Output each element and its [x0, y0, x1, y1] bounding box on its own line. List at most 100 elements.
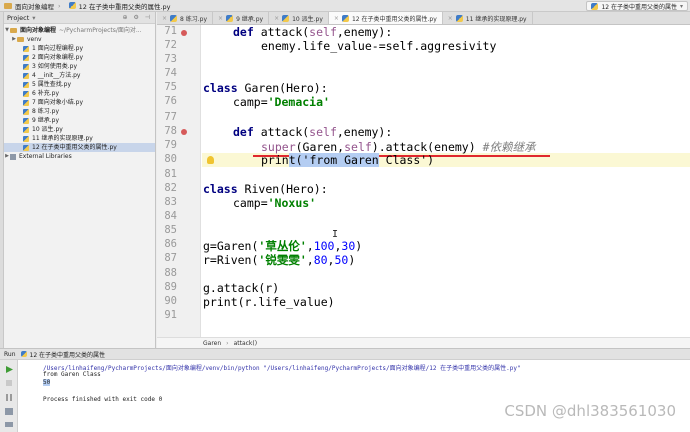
project-panel-header[interactable]: Project ▾ ⊕ ⚙ ⊣ [4, 12, 155, 24]
line-number: 88 [164, 267, 177, 279]
project-panel: Project ▾ ⊕ ⚙ ⊣ ▼ 面向对象编程 ~/PycharmProjec… [4, 12, 156, 348]
console-output-line: 50 [43, 379, 51, 386]
close-icon[interactable]: × [448, 15, 453, 22]
breadcrumb-class[interactable]: Garen [203, 340, 221, 347]
lightbulb-icon[interactable] [207, 156, 214, 164]
stop-icon[interactable] [5, 380, 13, 387]
tree-file[interactable]: 6 补充.py [4, 89, 155, 98]
run-config-name[interactable]: 12 在子类中重用父类的属性 [30, 350, 106, 359]
python-file-icon [591, 2, 599, 10]
code-text: camp= [233, 95, 268, 109]
console-command: /Users/linhaifeng/PycharmProjects/面向对象编程… [43, 365, 521, 372]
tree-file-label: 11 继承的实现原理.py [32, 135, 93, 142]
tree-file[interactable]: 3 如何使用类.py [4, 62, 155, 71]
code-text: attack( [253, 125, 310, 139]
tree-file[interactable]: 7 面向对象小结.py [4, 98, 155, 107]
python-file-icon [20, 351, 27, 357]
tree-folder-venv[interactable]: ▶ venv [4, 35, 155, 44]
rerun-icon[interactable] [5, 366, 13, 373]
override-marker-icon[interactable] [181, 129, 187, 135]
number-literal: 50 [334, 253, 349, 267]
pause-icon[interactable] [5, 394, 13, 401]
python-file-icon [282, 14, 290, 22]
line-number: 81 [164, 168, 177, 180]
code-line: def attack(self,enemy): [233, 25, 392, 39]
editor-tab-bar: × 8 练习.py × 9 继承.py × 10 派生.py × 12 在子类中重用父类… [157, 12, 690, 25]
line-number: 91 [164, 309, 177, 321]
code-line: class Garen(Hero): [203, 81, 328, 95]
run-config-label: 12 在子类中重用父类的属性 [601, 3, 677, 11]
python-file-icon [23, 108, 29, 115]
tree-file[interactable]: 4 __init__方法.py [4, 71, 155, 80]
python-file-icon [23, 90, 29, 97]
code-text: Class') [378, 153, 435, 167]
close-icon[interactable]: × [218, 15, 223, 22]
code-text: ,enemy): [336, 25, 393, 39]
python-file-icon [23, 72, 29, 79]
line-number: 86 [164, 238, 177, 250]
tree-external-label: External Libraries [19, 153, 72, 160]
tree-file-label: 1 面向过程编程.py [32, 45, 83, 52]
tree-file[interactable]: 10 派生.py [4, 125, 155, 134]
python-file-icon [23, 117, 29, 124]
python-file-icon [68, 2, 76, 9]
python-file-icon [170, 14, 178, 22]
tree-file-selected[interactable]: 12 在子类中重用父类的属性.py [4, 143, 155, 152]
tree-file-label: 5 属性查找.py [32, 81, 71, 88]
print-icon[interactable] [5, 422, 13, 429]
tab-9[interactable]: × 9 继承.py [213, 12, 270, 24]
code-text: ) [348, 253, 356, 267]
tree-external-libraries[interactable]: ▶ External Libraries [4, 152, 155, 161]
tree-file-label: 6 补充.py [32, 90, 59, 97]
python-file-icon [23, 45, 29, 52]
panel-settings-icon[interactable]: ⊕ ⚙ ⊣ [123, 14, 152, 21]
tab-8[interactable]: × 8 练习.py [157, 12, 214, 24]
tree-file-label: 3 如何使用类.py [32, 63, 77, 70]
code-text: ,enemy): [336, 125, 393, 139]
line-number: 80 [164, 153, 177, 165]
tree-file-label: 12 在子类中重用父类的属性.py [32, 144, 117, 151]
keyword: class [203, 81, 238, 95]
tab-10[interactable]: × 10 派生.py [269, 12, 329, 24]
console-output-value: 50 [43, 379, 51, 386]
tree-file[interactable]: 1 面向过程编程.py [4, 44, 155, 53]
console-exit-line: Process finished with exit code 0 [43, 396, 163, 403]
code-line: print('from Garen Class') [261, 153, 434, 167]
run-panel-title[interactable]: Run [4, 351, 16, 358]
chevron-down-icon: ▾ [679, 2, 683, 10]
nav-crumb-project-label: 面向对象编程 [15, 2, 54, 11]
code-editor[interactable]: 71 72 73 74 75 76 77 78 79 80 81 82 83 8… [157, 25, 690, 337]
soft-wrap-icon[interactable] [5, 408, 13, 415]
python-file-icon [341, 14, 349, 22]
tab-12-active[interactable]: × 12 在子类中重用父类的属性.py [328, 12, 443, 24]
folder-icon [10, 28, 17, 33]
string-literal: 'Noxus' [267, 196, 317, 210]
breadcrumb-method[interactable]: attack() [234, 340, 258, 347]
code-text: (Garen, [295, 140, 345, 154]
nav-crumb-project[interactable]: 面向对象编程 › [0, 0, 65, 12]
close-icon[interactable]: × [334, 15, 339, 22]
line-number: 85 [164, 224, 177, 236]
tab-11[interactable]: × 11 继承的实现原理.py [443, 12, 533, 24]
tree-file[interactable]: 8 练习.py [4, 107, 155, 116]
tree-file[interactable]: 5 属性查找.py [4, 80, 155, 89]
console-output-line: from Garen Class [43, 371, 101, 378]
code-line: camp='Noxus' [233, 196, 316, 210]
line-number: 73 [164, 53, 177, 65]
tree-file[interactable]: 11 继承的实现原理.py [4, 134, 155, 143]
close-icon[interactable]: × [162, 15, 167, 22]
tree-root[interactable]: ▼ 面向对象编程 ~/PycharmProjects/面向对... [4, 26, 155, 35]
close-icon[interactable]: × [274, 15, 279, 22]
project-tree: ▼ 面向对象编程 ~/PycharmProjects/面向对... ▶ venv… [4, 24, 155, 161]
tree-file-label: 2 面向对象编程.py [32, 54, 83, 61]
run-config-selector[interactable]: 12 在子类中重用父类的属性 ▾ [586, 1, 688, 11]
nav-crumb-file[interactable]: 12 在子类中重用父类的属性.py [65, 0, 175, 12]
override-marker-icon[interactable] [181, 30, 187, 36]
nav-crumb-file-label: 12 在子类中重用父类的属性.py [78, 2, 171, 11]
tree-file[interactable]: 2 面向对象编程.py [4, 53, 155, 62]
tree-file[interactable]: 9 继承.py [4, 116, 155, 125]
run-console[interactable]: /Users/linhaifeng/PycharmProjects/面向对象编程… [18, 360, 690, 432]
tree-root-path: ~/PycharmProjects/面向对... [59, 27, 142, 34]
tree-folder-label: venv [27, 36, 42, 43]
line-number: 90 [164, 295, 177, 307]
